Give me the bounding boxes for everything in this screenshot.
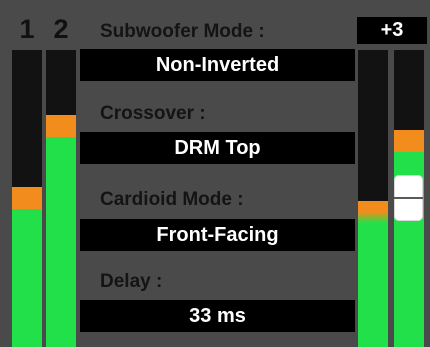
- output-level-fill: [358, 201, 388, 347]
- cardioid-mode-label: Cardioid Mode :: [100, 189, 244, 210]
- delay-label: Delay :: [100, 271, 163, 292]
- gain-fader-thumb[interactable]: [394, 175, 423, 221]
- subwoofer-mode-label: Subwoofer Mode :: [100, 21, 265, 42]
- fader-thumb-notch: [394, 197, 423, 199]
- output-level-meter: [358, 50, 388, 347]
- subwoofer-mode-value[interactable]: Non-Inverted: [80, 49, 355, 81]
- gain-fader-fill: [394, 130, 424, 347]
- channel-2-meter: [46, 50, 76, 347]
- channel-2-number: 2: [53, 14, 69, 44]
- cardioid-mode-value[interactable]: Front-Facing: [80, 219, 355, 251]
- subwoofer-settings-screen: 1 2 Subwoofer Mode : Non-Inverted Crosso…: [0, 0, 430, 347]
- crossover-value[interactable]: DRM Top: [80, 132, 355, 164]
- delay-value[interactable]: 33 ms: [80, 300, 355, 332]
- channel-1-level-fill: [12, 187, 42, 347]
- channel-1-meter: [12, 50, 42, 347]
- gain-value-display: +3: [357, 17, 427, 44]
- crossover-label: Crossover :: [100, 103, 206, 124]
- channel-1-number: 1: [19, 14, 35, 44]
- channel-2-level-fill: [46, 115, 76, 347]
